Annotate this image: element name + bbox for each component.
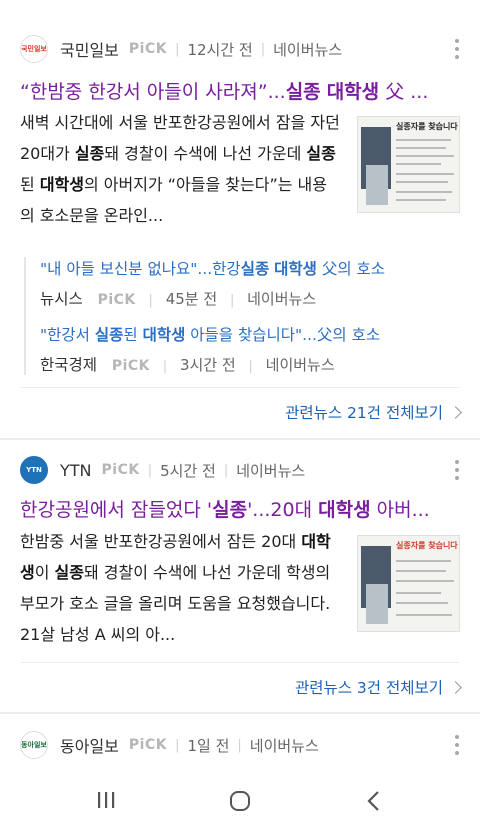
article-time: 1일 전 (187, 736, 230, 755)
article-header: 국민일보 국민일보 PiCK | 12시간 전 | 네이버뉴스 (20, 34, 342, 64)
press-name[interactable]: 한국경제 (40, 356, 97, 374)
previous-card-edge (0, 0, 480, 17)
related-meta: 뉴시스 PiCK | 45분 전 | 네이버뉴스 (40, 290, 317, 308)
more-options-icon[interactable] (454, 460, 460, 480)
view-all-related-button[interactable]: 관련뉴스 3건 전체보기 (295, 676, 462, 698)
article-time: 45분 전 (165, 290, 218, 308)
news-card-1: 국민일보 국민일보 PiCK | 12시간 전 | 네이버뉴스 “한밤중 한강서… (0, 17, 480, 438)
article-source[interactable]: 네이버뉴스 (273, 39, 342, 60)
more-options-icon[interactable] (454, 39, 460, 59)
pick-badge: PiCK (128, 41, 168, 57)
press-name[interactable]: 동아일보 (60, 733, 119, 757)
press-logo[interactable]: YTN (20, 456, 48, 484)
article-time: 12시간 전 (187, 40, 253, 59)
related-articles: "내 아들 보신분 없나요"...한강실종 대학생 父의 호소 뉴시스 PiCK… (24, 257, 385, 375)
related-title[interactable]: "한강서 실종된 대학생 아들을 찾습니다"...父의 호소 (40, 323, 385, 345)
article-time: 5시간 전 (160, 461, 216, 480)
news-card-3: 동아일보 동아일보 PiCK | 1일 전 | 네이버뉴스 (0, 714, 480, 774)
pick-badge: PiCK (128, 737, 168, 753)
recent-apps-icon[interactable] (96, 790, 116, 810)
news-card-2: YTN YTN PiCK | 5시간 전 | 네이버뉴스 한강공원에서 잠들었다… (0, 440, 480, 712)
article-source[interactable]: 네이버뉴스 (236, 460, 305, 481)
article-source[interactable]: 네이버뉴스 (247, 290, 316, 308)
article-thumbnail[interactable]: 실종자를 찾습니다 (357, 535, 460, 632)
chevron-right-icon (449, 680, 462, 694)
article-thumbnail[interactable]: 실종자를 찾습니다 (357, 116, 460, 213)
back-icon[interactable] (366, 790, 382, 812)
chevron-right-icon (449, 405, 462, 419)
article-header: YTN YTN PiCK | 5시간 전 | 네이버뉴스 (20, 455, 305, 485)
press-name[interactable]: YTN (60, 461, 92, 480)
related-meta: 한국경제 PiCK | 3시간 전 | 네이버뉴스 (40, 356, 335, 374)
press-name[interactable]: 뉴시스 (40, 290, 83, 308)
article-title[interactable]: “한밤중 한강서 아들이 사라져”...실종 대학생 父 ... (20, 77, 465, 104)
article-title[interactable]: 한강공원에서 잠들었다 '실종'...20대 대학생 아버... (20, 495, 465, 522)
press-logo[interactable]: 국민일보 (20, 35, 48, 63)
divider (20, 662, 460, 663)
related-title[interactable]: "내 아들 보신분 없나요"...한강실종 대학생 父의 호소 (40, 257, 385, 279)
divider (20, 387, 460, 388)
article-summary[interactable]: 새벽 시간대에 서울 반포한강공원에서 잠을 자던 20대가 실종돼 경찰이 수… (20, 107, 340, 231)
view-all-related-button[interactable]: 관련뉴스 21건 전체보기 (285, 401, 462, 423)
system-navigation-bar (0, 772, 480, 829)
more-options-icon[interactable] (454, 735, 460, 755)
article-summary[interactable]: 한밤중 서울 반포한강공원에서 잠든 20대 대학생이 실종돼 경찰이 수색에 … (20, 526, 340, 650)
article-source[interactable]: 네이버뉴스 (266, 356, 335, 374)
pick-badge: PiCK (97, 292, 136, 308)
pick-badge: PiCK (111, 358, 151, 374)
pick-badge: PiCK (101, 462, 140, 478)
article-time: 3시간 전 (179, 356, 236, 374)
home-icon[interactable] (229, 790, 251, 812)
article-source[interactable]: 네이버뉴스 (250, 735, 319, 756)
press-logo[interactable]: 동아일보 (20, 731, 48, 759)
article-header: 동아일보 동아일보 PiCK | 1일 전 | 네이버뉴스 (20, 730, 319, 760)
press-name[interactable]: 국민일보 (60, 37, 119, 61)
